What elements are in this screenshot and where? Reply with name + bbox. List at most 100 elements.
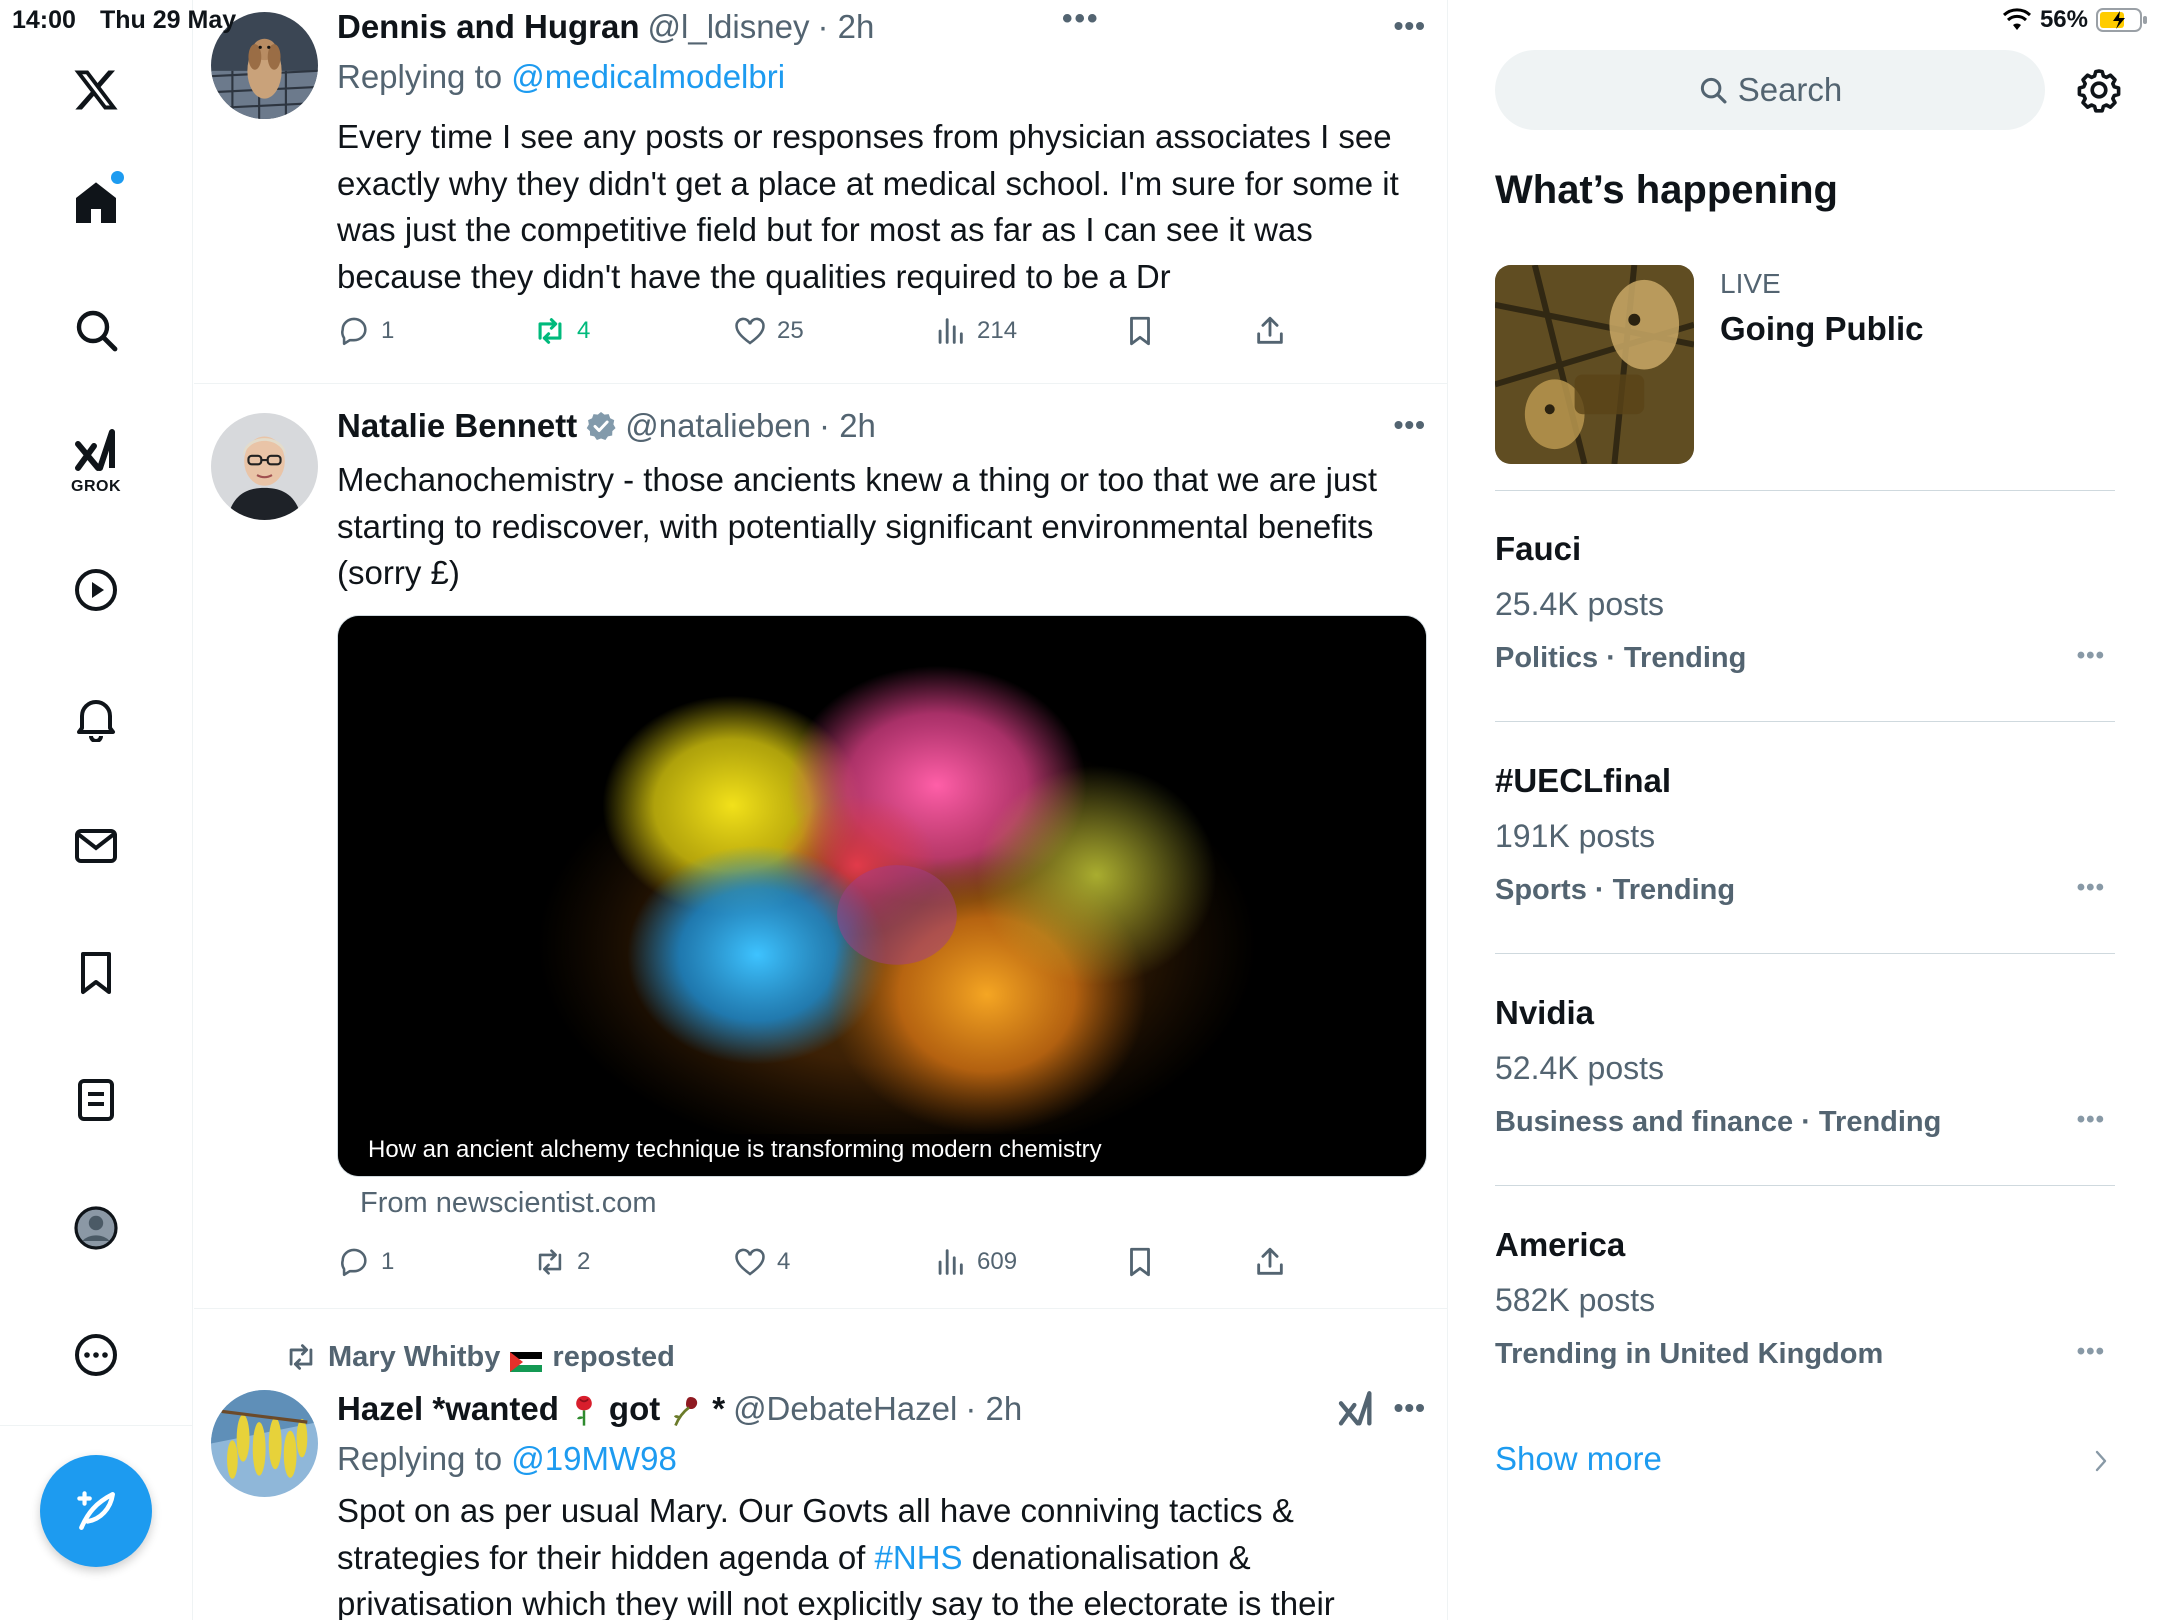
trend-item[interactable]: America 582K posts Trending in United Ki… — [1495, 1226, 2115, 1370]
share-button[interactable] — [1253, 314, 1287, 348]
replying-to-link[interactable]: @medicalmodelbri — [511, 58, 785, 95]
hashtag-link[interactable]: #NHS — [875, 1539, 963, 1576]
like-button[interactable]: 4 — [733, 1245, 790, 1279]
repost-icon — [538, 1249, 562, 1275]
view-count: 214 — [977, 317, 1018, 344]
share-icon — [1257, 1247, 1283, 1275]
profile-icon[interactable] — [56, 1188, 136, 1268]
view-count: 609 — [977, 1248, 1018, 1275]
left-navigation: GROK — [0, 0, 193, 1620]
trend-posts: 52.4K posts — [1495, 1050, 1664, 1086]
trend-item[interactable]: Fauci 25.4K posts Politics · Trending ••… — [1495, 530, 2115, 674]
bookmarks-icon[interactable] — [56, 933, 136, 1013]
compose-feather-icon — [77, 1491, 115, 1530]
trend-more-icon[interactable]: ••• — [2077, 874, 2105, 902]
views-icon — [938, 318, 963, 344]
trend-category: Trending in United Kingdom — [1495, 1338, 1884, 1370]
avatar[interactable] — [211, 413, 318, 520]
bookmark-icon — [1130, 316, 1150, 346]
author-name-part1[interactable]: Hazel *wanted — [337, 1390, 559, 1428]
tweet-more-icon[interactable]: ••• — [1394, 409, 1426, 441]
reply-icon — [341, 1248, 367, 1277]
trend-category: Politics · Trending — [1495, 642, 1747, 674]
author-handle[interactable]: @natalieben — [625, 407, 811, 445]
tweet-more-icon[interactable]: ••• — [1394, 1392, 1426, 1424]
live-title[interactable]: Going Public — [1720, 310, 1924, 348]
repost-icon — [538, 318, 562, 344]
like-count: 25 — [777, 317, 804, 344]
trend-item[interactable]: #UECLfinal 191K posts Sports · Trending … — [1495, 762, 2115, 906]
nav-divider — [0, 1425, 193, 1426]
tweet-text: Spot on as per usual Mary. Our Govts all… — [337, 1488, 1427, 1620]
show-more-link[interactable]: Show more — [1495, 1440, 1662, 1478]
author-handle[interactable]: @DebateHazel — [733, 1390, 957, 1428]
notifications-icon[interactable] — [56, 678, 136, 758]
author-name[interactable]: Dennis and Hugran — [337, 8, 640, 46]
trend-more-icon[interactable]: ••• — [2077, 1106, 2105, 1134]
author-name-part3[interactable]: * — [712, 1390, 725, 1428]
wilted-rose-emoji-icon — [674, 1397, 698, 1427]
live-event-thumbnail[interactable] — [1495, 265, 1694, 464]
replying-prefix: Replying to — [337, 1440, 503, 1477]
trend-name: Fauci — [1495, 530, 1582, 567]
views-button[interactable]: 609 — [933, 1245, 1017, 1279]
tweet[interactable]: Natalie Bennett @natalieben · 2h ••• Mec… — [194, 385, 1447, 1309]
replying-to: Replying to @19MW98 — [337, 1440, 677, 1478]
video-icon[interactable] — [56, 550, 136, 630]
tweet-actions: 1 4 25 214 — [337, 314, 1337, 354]
home-notification-dot — [111, 171, 124, 184]
trend-divider — [1495, 490, 2115, 491]
like-button[interactable]: 25 — [733, 314, 804, 348]
link-source[interactable]: From newscientist.com — [360, 1187, 657, 1220]
repost-by[interactable]: Mary Whitby — [328, 1341, 500, 1374]
messages-icon[interactable] — [56, 806, 136, 886]
reply-button[interactable]: 1 — [337, 1245, 394, 1279]
tweet[interactable]: Mary Whitby reposted Hazel *wanted got *… — [194, 1310, 1447, 1620]
chevron-right-icon[interactable] — [2089, 1446, 2113, 1476]
tweet-text: Every time I see any posts or responses … — [337, 118, 1399, 295]
lists-icon[interactable] — [56, 1060, 136, 1140]
compose-post-button[interactable] — [40, 1455, 152, 1567]
reply-button[interactable]: 1 — [337, 314, 394, 348]
search-input[interactable]: Search — [1495, 50, 2045, 130]
author-name[interactable]: Natalie Bennett — [337, 407, 577, 445]
more-icon[interactable] — [56, 1315, 136, 1395]
repost-button[interactable]: 4 — [533, 314, 590, 348]
search-placeholder: Search — [1737, 71, 1843, 108]
replying-to-link[interactable]: @19MW98 — [511, 1440, 677, 1477]
tweet-more-icon[interactable]: ••• — [1394, 10, 1426, 42]
tweet-header: Hazel *wanted got * @DebateHazel · 2h — [337, 1390, 1022, 1428]
grok-explain-icon[interactable] — [1336, 1390, 1376, 1430]
share-button[interactable] — [1253, 1245, 1287, 1279]
trend-more-icon[interactable]: ••• — [2077, 642, 2105, 670]
rose-emoji-icon — [576, 1395, 592, 1426]
bookmark-icon — [1130, 1247, 1150, 1277]
avatar[interactable] — [211, 1390, 318, 1497]
views-button[interactable]: 214 — [933, 314, 1017, 348]
home-icon[interactable] — [56, 163, 136, 243]
search-icon[interactable] — [56, 290, 136, 370]
author-handle[interactable]: @l_ldisney — [648, 8, 810, 46]
trend-item[interactable]: Nvidia 52.4K posts Business and finance … — [1495, 994, 2115, 1138]
views-icon — [938, 1249, 963, 1275]
repost-button[interactable]: 2 — [533, 1245, 590, 1279]
tweet-actions: 1 2 4 609 — [337, 1245, 1337, 1285]
tweet-time[interactable]: · 2h — [965, 1390, 1022, 1428]
link-card-image[interactable]: How an ancient alchemy technique is tran… — [337, 615, 1427, 1177]
trend-more-icon[interactable]: ••• — [2077, 1338, 2105, 1366]
bookmark-button[interactable] — [1123, 1245, 1157, 1279]
tweet[interactable]: Dennis and Hugran @l_ldisney · 2h ••• Re… — [194, 0, 1447, 384]
x-logo-icon[interactable] — [56, 50, 136, 130]
replying-prefix: Replying to — [337, 58, 503, 95]
tweet-time[interactable]: · 2h — [819, 407, 876, 445]
bookmark-button[interactable] — [1123, 314, 1157, 348]
live-label: LIVE — [1720, 268, 1781, 299]
tweet-time[interactable]: · 2h — [817, 8, 874, 46]
settings-gear-icon[interactable] — [2075, 66, 2123, 114]
timeline[interactable]: Dennis and Hugran @l_ldisney · 2h ••• Re… — [194, 0, 1448, 1620]
avatar[interactable] — [211, 12, 318, 119]
trend-name: #UECLfinal — [1495, 762, 1672, 799]
replying-to: Replying to @medicalmodelbri — [337, 58, 785, 96]
author-name-part2[interactable]: got — [609, 1390, 660, 1428]
trend-posts: 191K posts — [1495, 818, 1656, 854]
